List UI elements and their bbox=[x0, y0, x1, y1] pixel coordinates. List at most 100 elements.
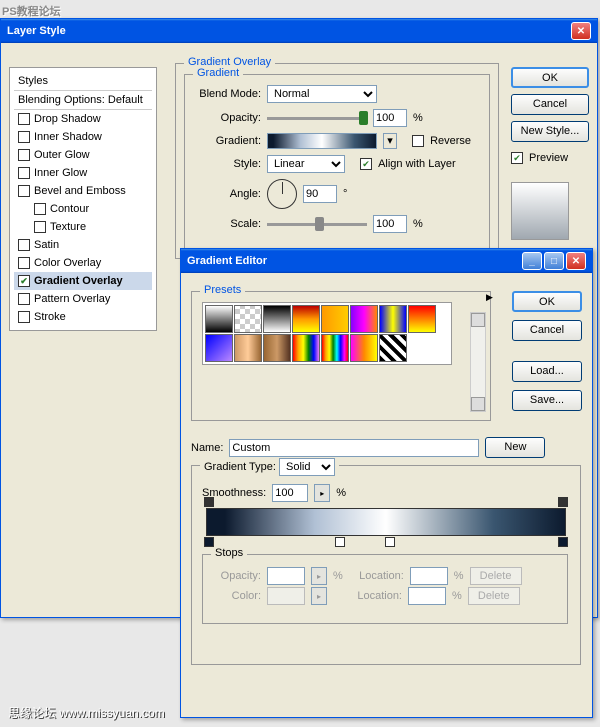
scale-input[interactable] bbox=[373, 215, 407, 233]
preset-swatch[interactable] bbox=[379, 334, 407, 362]
preset-swatch[interactable] bbox=[263, 305, 291, 333]
preset-swatch[interactable] bbox=[292, 305, 320, 333]
reverse-checkbox[interactable] bbox=[412, 135, 424, 147]
close-icon[interactable]: ✕ bbox=[566, 252, 586, 270]
sidebar-item-color-overlay[interactable]: Color Overlay bbox=[14, 254, 152, 272]
sidebar-item-pattern-overlay[interactable]: Pattern Overlay bbox=[14, 290, 152, 308]
preset-swatch[interactable] bbox=[205, 305, 233, 333]
preset-swatch[interactable] bbox=[321, 305, 349, 333]
watermark-footer: 思缘论坛 www.missyuan.com bbox=[8, 704, 165, 721]
checkbox-icon[interactable] bbox=[34, 221, 46, 233]
checkbox-icon[interactable] bbox=[18, 239, 30, 251]
opacity-input[interactable] bbox=[373, 109, 407, 127]
preset-swatch[interactable] bbox=[321, 334, 349, 362]
angle-input[interactable] bbox=[303, 185, 337, 203]
preset-swatch[interactable] bbox=[292, 334, 320, 362]
preset-swatch[interactable] bbox=[234, 305, 262, 333]
gtype-select[interactable]: Solid bbox=[279, 458, 335, 476]
presets-panel: Presets ▶ bbox=[191, 291, 491, 421]
flyout-icon[interactable]: ▶ bbox=[486, 292, 500, 306]
minimize-icon[interactable]: _ bbox=[522, 252, 542, 270]
sidebar-item-stroke[interactable]: Stroke bbox=[14, 308, 152, 326]
sidebar-item-drop-shadow[interactable]: Drop Shadow bbox=[14, 110, 152, 128]
load-button[interactable]: Load... bbox=[512, 361, 582, 382]
checkbox-icon[interactable] bbox=[18, 131, 30, 143]
scale-slider[interactable] bbox=[267, 223, 367, 226]
color-stop[interactable] bbox=[204, 537, 214, 547]
checkbox-icon[interactable] bbox=[18, 293, 30, 305]
angle-dial[interactable] bbox=[267, 179, 297, 209]
preset-swatch[interactable] bbox=[379, 305, 407, 333]
delete-button: Delete bbox=[468, 587, 520, 605]
preset-swatch[interactable] bbox=[350, 334, 378, 362]
checkbox-icon[interactable] bbox=[18, 185, 30, 197]
preview-label: Preview bbox=[529, 152, 568, 164]
stop-location-input bbox=[410, 567, 448, 585]
save-button[interactable]: Save... bbox=[512, 390, 582, 411]
layer-style-titlebar[interactable]: Layer Style ✕ bbox=[1, 19, 597, 43]
opacity-stop[interactable] bbox=[558, 497, 568, 507]
smooth-flyout-icon[interactable]: ▸ bbox=[314, 484, 330, 502]
editor-cancel-button[interactable]: Cancel bbox=[512, 320, 582, 341]
new-style-button[interactable]: New Style... bbox=[511, 121, 589, 142]
color-stop[interactable] bbox=[558, 537, 568, 547]
gradient-swatch[interactable] bbox=[267, 133, 377, 149]
sidebar-item-contour[interactable]: Contour bbox=[14, 200, 152, 218]
gradient-label: Gradient: bbox=[193, 135, 261, 147]
delete-button: Delete bbox=[470, 567, 522, 585]
presets-legend: Presets bbox=[200, 284, 245, 296]
maximize-icon[interactable]: □ bbox=[544, 252, 564, 270]
editor-ok-button[interactable]: OK bbox=[512, 291, 582, 312]
sidebar-item-satin[interactable]: Satin bbox=[14, 236, 152, 254]
name-label: Name: bbox=[191, 442, 223, 454]
stop-location2-label: Location: bbox=[347, 590, 402, 602]
checkbox-icon[interactable] bbox=[18, 149, 30, 161]
editor-title: Gradient Editor bbox=[187, 255, 267, 267]
preset-swatch[interactable] bbox=[205, 334, 233, 362]
color-stop[interactable] bbox=[385, 537, 395, 547]
sidebar-item-inner-shadow[interactable]: Inner Shadow bbox=[14, 128, 152, 146]
layer-style-title: Layer Style bbox=[7, 25, 66, 37]
smooth-input[interactable] bbox=[272, 484, 308, 502]
sidebar-item-inner-glow[interactable]: Inner Glow bbox=[14, 164, 152, 182]
sidebar-item-outer-glow[interactable]: Outer Glow bbox=[14, 146, 152, 164]
editor-titlebar[interactable]: Gradient Editor _ □ ✕ bbox=[181, 249, 592, 273]
ok-button[interactable]: OK bbox=[511, 67, 589, 88]
checkbox-icon[interactable]: ✔ bbox=[18, 275, 30, 287]
checkbox-icon[interactable] bbox=[18, 113, 30, 125]
dropdown-icon[interactable]: ▾ bbox=[383, 133, 397, 149]
preview-checkbox[interactable]: ✔ bbox=[511, 152, 523, 164]
blending-header[interactable]: Blending Options: Default bbox=[14, 91, 152, 110]
opacity-stop[interactable] bbox=[204, 497, 214, 507]
scroll-up-icon[interactable] bbox=[471, 313, 485, 327]
opacity-slider[interactable] bbox=[267, 117, 367, 120]
name-input[interactable] bbox=[229, 439, 479, 457]
color-stop[interactable] bbox=[335, 537, 345, 547]
preset-swatch[interactable] bbox=[263, 334, 291, 362]
cancel-button[interactable]: Cancel bbox=[511, 94, 589, 115]
scroll-down-icon[interactable] bbox=[471, 397, 485, 411]
checkbox-icon[interactable] bbox=[18, 167, 30, 179]
new-button[interactable]: New bbox=[485, 437, 545, 458]
preset-swatch[interactable] bbox=[408, 305, 436, 333]
preset-swatch[interactable] bbox=[234, 334, 262, 362]
flyout-icon: ▸ bbox=[311, 587, 327, 605]
angle-label: Angle: bbox=[193, 188, 261, 200]
presets-scrollbar[interactable] bbox=[470, 312, 486, 412]
gradient-bar[interactable] bbox=[206, 508, 566, 536]
checkbox-icon[interactable] bbox=[34, 203, 46, 215]
sidebar-item-gradient-overlay[interactable]: ✔Gradient Overlay bbox=[14, 272, 152, 290]
checkbox-icon[interactable] bbox=[18, 257, 30, 269]
align-checkbox[interactable]: ✔ bbox=[360, 158, 372, 170]
style-select[interactable]: Linear bbox=[267, 155, 345, 173]
sidebar-item-texture[interactable]: Texture bbox=[14, 218, 152, 236]
checkbox-icon[interactable] bbox=[18, 311, 30, 323]
styles-header[interactable]: Styles bbox=[14, 72, 152, 91]
close-icon[interactable]: ✕ bbox=[571, 22, 591, 40]
blendmode-select[interactable]: Normal bbox=[267, 85, 377, 103]
align-label: Align with Layer bbox=[378, 158, 456, 170]
sidebar-item-bevel[interactable]: Bevel and Emboss bbox=[14, 182, 152, 200]
flyout-icon: ▸ bbox=[311, 567, 327, 585]
stop-color-label: Color: bbox=[211, 590, 261, 602]
preset-swatch[interactable] bbox=[350, 305, 378, 333]
